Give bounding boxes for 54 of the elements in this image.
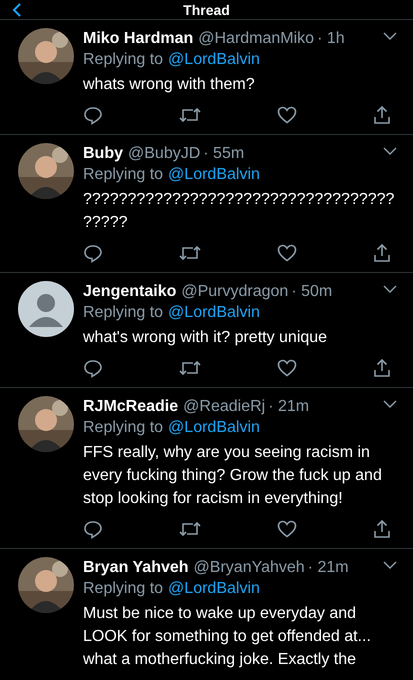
tweet-text: Must be nice to wake up everyday and LOOK for something to get offended at... what a motherfucking joke. Exactly the <box>83 604 372 670</box>
chevron-down-icon[interactable] <box>383 400 397 409</box>
user-handle: @ReadieRj <box>183 397 266 417</box>
tweet-time: · 21m <box>308 558 349 578</box>
like-icon[interactable] <box>277 520 297 538</box>
user-name: Bryan Yahveh <box>83 558 189 578</box>
user-name: RJMcReadie <box>83 397 178 417</box>
replying-to-label: Replying to <box>83 50 164 70</box>
chevron-down-icon[interactable] <box>383 147 397 156</box>
mention-link[interactable]: @LordBalvin <box>168 49 260 71</box>
reply-icon[interactable] <box>83 519 103 539</box>
tweet-time: · 55m <box>203 144 244 164</box>
like-icon[interactable] <box>277 244 297 262</box>
like-icon[interactable] <box>277 359 297 377</box>
chevron-down-icon[interactable] <box>383 32 397 41</box>
tweet-time: · 1h <box>317 29 345 49</box>
reply-icon[interactable] <box>83 358 103 378</box>
replying-to-label: Replying to <box>83 303 164 323</box>
tweet-time: · 50m <box>291 282 332 302</box>
share-icon[interactable] <box>373 358 391 378</box>
default-avatar-icon[interactable] <box>18 281 74 337</box>
like-icon[interactable] <box>277 106 297 124</box>
reply-icon[interactable] <box>83 105 103 125</box>
replying-to-label: Replying to <box>83 579 164 599</box>
user-name: Buby <box>83 144 123 164</box>
share-icon[interactable] <box>373 105 391 125</box>
replying-to-label: Replying to <box>83 165 164 185</box>
share-icon[interactable] <box>373 243 391 263</box>
mention-link[interactable]: @LordBalvin <box>168 302 260 324</box>
replying-to-label: Replying to <box>83 418 164 438</box>
tweet-text: what's wrong with it? pretty unique <box>83 328 328 348</box>
mention-link[interactable]: @LordBalvin <box>168 164 260 186</box>
user-name: Miko Hardman <box>83 29 194 49</box>
user-handle: @Purvydragon <box>181 282 288 302</box>
share-icon[interactable] <box>373 519 391 539</box>
chevron-down-icon[interactable] <box>383 285 397 294</box>
retweet-icon[interactable] <box>179 106 201 124</box>
chevron-down-icon[interactable] <box>383 561 397 570</box>
retweet-icon[interactable] <box>179 244 201 262</box>
header-title: Thread <box>183 2 230 18</box>
retweet-icon[interactable] <box>179 520 201 538</box>
user-handle: @HardmanMiko <box>198 29 314 49</box>
mention-link[interactable]: @LordBalvin <box>168 417 260 439</box>
retweet-icon[interactable] <box>179 359 201 377</box>
tweet-text: ???????????????????????????????????????? <box>83 190 396 233</box>
tweet-text: FFS really, why are you seeing racism in every fucking thing? Grow the fuck up and stop looking for racism in everything! <box>83 443 383 509</box>
user-name: Jengentaiko <box>83 282 176 302</box>
reply-icon[interactable] <box>83 243 103 263</box>
mention-link[interactable]: @LordBalvin <box>168 578 260 600</box>
user-handle: @BryanYahveh <box>194 558 305 578</box>
tweet-text: whats wrong with them? <box>83 75 256 95</box>
user-handle: @BubyJD <box>128 144 200 164</box>
tweet-time: · 21m <box>268 397 310 417</box>
back-icon[interactable] <box>12 3 22 17</box>
